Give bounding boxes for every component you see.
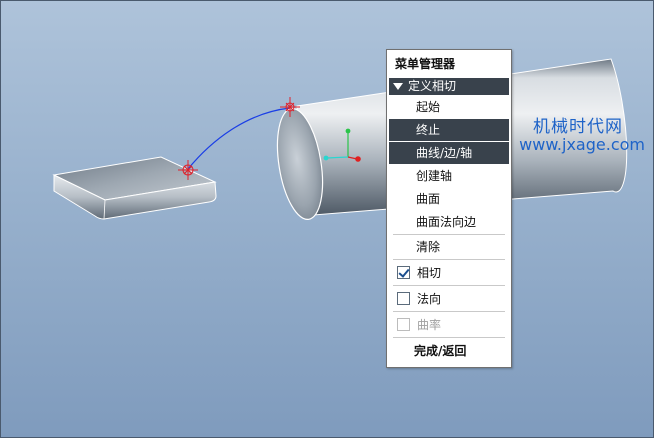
- menu-divider: [393, 311, 505, 312]
- menu-divider: [393, 337, 505, 338]
- menu-title: 菜单管理器: [395, 57, 456, 71]
- tangent-checkbox[interactable]: [397, 266, 410, 279]
- collapse-triangle-icon: [393, 83, 403, 90]
- menu-item-create-axis[interactable]: 创建轴: [389, 165, 509, 187]
- menu-item-start[interactable]: 起始: [389, 96, 509, 118]
- menu-divider: [393, 285, 505, 286]
- curvature-checkbox: [397, 318, 410, 331]
- menu-section-label: 定义相切: [408, 79, 457, 93]
- watermark-url: www.jxage.com: [519, 135, 645, 154]
- menu-item-surface-normal-edge[interactable]: 曲面法向边: [389, 211, 509, 233]
- tangent-curve[interactable]: [187, 107, 291, 170]
- model-scene[interactable]: [1, 1, 653, 437]
- option-tangent[interactable]: 相切: [389, 261, 509, 284]
- menu-item-surface[interactable]: 曲面: [389, 188, 509, 210]
- menu-item-clear[interactable]: 清除: [389, 236, 509, 258]
- option-tangent-label: 相切: [417, 266, 442, 280]
- menu-manager: 菜单管理器 定义相切 起始 终止 曲线/边/轴 创建轴 曲面 曲面法向边 清除 …: [386, 49, 512, 368]
- option-curvature-label: 曲率: [417, 318, 442, 332]
- option-normal[interactable]: 法向: [389, 287, 509, 310]
- menu-item-end[interactable]: 终止: [389, 119, 509, 141]
- done-return-button[interactable]: 完成/返回: [387, 339, 511, 363]
- normal-checkbox[interactable]: [397, 292, 410, 305]
- menu-divider: [393, 234, 505, 235]
- watermark-site-name: 机械时代网: [533, 117, 623, 137]
- menu-item-curve-edge-axis[interactable]: 曲线/边/轴: [389, 142, 509, 164]
- 3d-viewport[interactable]: 机械时代网 www.jxage.com: [0, 0, 654, 438]
- menu-section-header[interactable]: 定义相切: [389, 78, 509, 95]
- option-curvature: 曲率: [389, 313, 509, 336]
- menu-divider: [393, 259, 505, 260]
- option-normal-label: 法向: [417, 292, 442, 306]
